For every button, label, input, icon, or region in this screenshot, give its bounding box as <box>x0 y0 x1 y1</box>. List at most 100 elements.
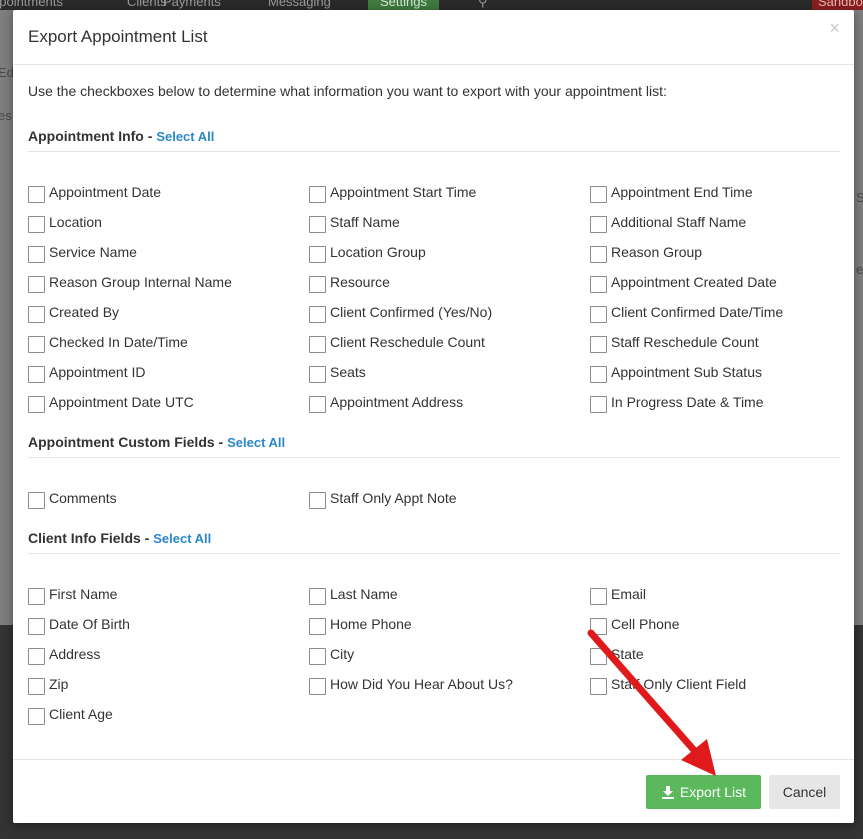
export-option-checkbox[interactable]: Client Confirmed (Yes/No) <box>309 302 492 323</box>
checkbox[interactable] <box>309 677 326 695</box>
export-option-checkbox[interactable]: Checked In Date/Time <box>28 332 188 353</box>
export-list-button[interactable]: Export List <box>646 775 761 809</box>
search-icon[interactable]: ⚲ <box>478 0 488 10</box>
checkbox[interactable] <box>590 587 607 605</box>
checkbox[interactable] <box>590 275 607 293</box>
checkbox[interactable] <box>590 617 607 635</box>
checkbox[interactable] <box>28 365 45 383</box>
export-option-checkbox[interactable]: Client Reschedule Count <box>309 332 485 353</box>
export-option-checkbox[interactable]: Appointment Created Date <box>590 272 777 293</box>
export-option-checkbox[interactable]: Last Name <box>309 584 398 605</box>
nav-settings[interactable]: Settings <box>368 0 439 10</box>
nav-appointments[interactable]: ppointments <box>0 0 63 9</box>
checkbox-label: Zip <box>49 676 69 692</box>
export-option-checkbox[interactable]: First Name <box>28 584 117 605</box>
checkbox-label: Appointment Address <box>330 394 464 410</box>
checkbox[interactable] <box>309 185 326 203</box>
checkbox[interactable] <box>28 275 45 293</box>
export-option-checkbox[interactable]: Appointment ID <box>28 362 146 383</box>
checkbox[interactable] <box>590 395 607 413</box>
checkbox[interactable] <box>28 677 45 695</box>
export-option-checkbox[interactable]: Appointment Date <box>28 182 161 203</box>
nav-payments[interactable]: Payments <box>163 0 221 9</box>
export-option-checkbox[interactable]: City <box>309 644 354 665</box>
checkbox[interactable] <box>309 617 326 635</box>
checkbox[interactable] <box>28 587 45 605</box>
export-option-checkbox[interactable]: Client Confirmed Date/Time <box>590 302 783 323</box>
export-option-checkbox[interactable]: Service Name <box>28 242 137 263</box>
checkbox[interactable] <box>309 587 326 605</box>
export-option-checkbox[interactable]: Staff Reschedule Count <box>590 332 759 353</box>
checkbox[interactable] <box>28 491 45 509</box>
nav-messaging[interactable]: Messaging <box>268 0 331 9</box>
checkbox[interactable] <box>590 677 607 695</box>
checkbox-label: Seats <box>330 364 366 380</box>
checkbox[interactable] <box>309 275 326 293</box>
cancel-button[interactable]: Cancel <box>769 775 840 809</box>
checkbox[interactable] <box>590 185 607 203</box>
export-option-checkbox[interactable]: Location Group <box>309 242 426 263</box>
checkbox[interactable] <box>309 491 326 509</box>
checkbox[interactable] <box>309 245 326 263</box>
export-option-checkbox[interactable]: Reason Group <box>590 242 702 263</box>
checkbox[interactable] <box>28 335 45 353</box>
export-appointment-list-modal: Export Appointment List × Use the checkb… <box>13 10 854 823</box>
checkbox[interactable] <box>590 335 607 353</box>
export-option-checkbox[interactable]: Appointment Start Time <box>309 182 476 203</box>
close-icon[interactable]: × <box>829 19 840 37</box>
checkbox-label: Appointment Created Date <box>611 274 777 290</box>
checkbox[interactable] <box>28 305 45 323</box>
export-option-checkbox[interactable]: In Progress Date & Time <box>590 392 764 413</box>
export-option-checkbox[interactable]: Zip <box>28 674 69 695</box>
checkbox[interactable] <box>309 215 326 233</box>
export-option-checkbox[interactable]: Additional Staff Name <box>590 212 746 233</box>
export-option-checkbox[interactable]: Email <box>590 584 646 605</box>
export-option-checkbox[interactable]: Client Age <box>28 704 113 725</box>
checkbox[interactable] <box>309 395 326 413</box>
export-option-checkbox[interactable]: Appointment End Time <box>590 182 753 203</box>
export-option-checkbox[interactable]: Reason Group Internal Name <box>28 272 232 293</box>
sandbox-badge: Sandbo <box>812 0 863 10</box>
export-option-checkbox[interactable]: Date Of Birth <box>28 614 130 635</box>
export-option-checkbox[interactable]: Staff Only Appt Note <box>309 488 457 509</box>
checkbox[interactable] <box>309 365 326 383</box>
export-option-checkbox[interactable]: Cell Phone <box>590 614 680 635</box>
checkbox[interactable] <box>590 215 607 233</box>
export-option-checkbox[interactable]: Home Phone <box>309 614 412 635</box>
export-option-checkbox[interactable]: Staff Only Client Field <box>590 674 746 695</box>
checkbox-label: Cell Phone <box>611 616 680 632</box>
nav-clients[interactable]: Clients <box>127 0 167 9</box>
checkbox[interactable] <box>28 647 45 665</box>
export-option-checkbox[interactable]: Appointment Date UTC <box>28 392 194 413</box>
select-all-link[interactable]: Select All <box>227 435 285 450</box>
checkbox[interactable] <box>28 185 45 203</box>
export-option-checkbox[interactable]: How Did You Hear About Us? <box>309 674 513 695</box>
checkbox[interactable] <box>309 305 326 323</box>
checkbox[interactable] <box>590 245 607 263</box>
checkbox[interactable] <box>28 395 45 413</box>
export-option-checkbox[interactable]: Comments <box>28 488 117 509</box>
checkbox[interactable] <box>28 245 45 263</box>
export-option-checkbox[interactable]: Appointment Address <box>309 392 464 413</box>
export-option-checkbox[interactable]: Address <box>28 644 100 665</box>
export-option-checkbox[interactable]: Created By <box>28 302 119 323</box>
checkbox-label: In Progress Date & Time <box>611 394 764 410</box>
select-all-link[interactable]: Select All <box>153 531 211 546</box>
checkbox[interactable] <box>309 335 326 353</box>
export-option-checkbox[interactable]: Resource <box>309 272 390 293</box>
export-option-checkbox[interactable]: Staff Name <box>309 212 400 233</box>
select-all-link[interactable]: Select All <box>156 129 214 144</box>
checkbox[interactable] <box>309 647 326 665</box>
checkbox[interactable] <box>28 707 45 725</box>
checkbox[interactable] <box>590 365 607 383</box>
checkbox[interactable] <box>28 215 45 233</box>
export-option-checkbox[interactable]: State <box>590 644 644 665</box>
export-list-label: Export List <box>679 784 747 800</box>
checkbox[interactable] <box>28 617 45 635</box>
export-option-checkbox[interactable]: Seats <box>309 362 366 383</box>
checkbox-label: Date Of Birth <box>49 616 130 632</box>
export-option-checkbox[interactable]: Appointment Sub Status <box>590 362 762 383</box>
checkbox[interactable] <box>590 647 607 665</box>
checkbox[interactable] <box>590 305 607 323</box>
export-option-checkbox[interactable]: Location <box>28 212 102 233</box>
